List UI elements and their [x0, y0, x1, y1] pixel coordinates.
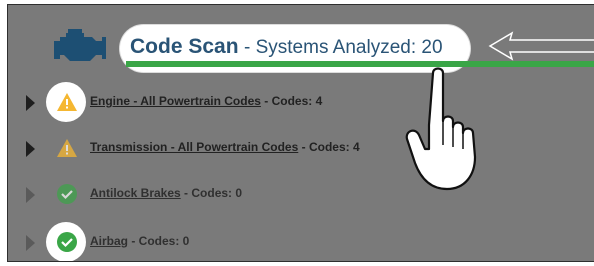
- hand-pointer-icon: [405, 67, 477, 191]
- codes-count: - Codes: 0: [180, 186, 243, 200]
- system-name-link[interactable]: Transmission - All Powertrain Codes: [90, 140, 298, 154]
- expand-caret-icon[interactable]: [26, 187, 35, 203]
- system-label: Transmission - All Powertrain Codes - Co…: [90, 140, 360, 154]
- warning-icon: [57, 139, 77, 157]
- codes-count: - Codes: 0: [128, 234, 190, 248]
- expand-caret-icon[interactable]: [26, 141, 35, 157]
- expand-caret-icon[interactable]: [26, 235, 35, 251]
- systems-analyzed-text: - Systems Analyzed: 20: [244, 37, 443, 59]
- system-name-link[interactable]: Engine - All Powertrain Codes: [90, 94, 261, 108]
- system-label: Engine - All Powertrain Codes - Codes: 4: [90, 94, 322, 108]
- scan-screen: Code Scan - Systems Analyzed: 20 Engine …: [7, 4, 594, 262]
- expand-caret-icon[interactable]: [26, 95, 35, 111]
- warning-icon: [57, 93, 77, 111]
- systems-analyzed-count: Systems Analyzed: 20: [255, 37, 443, 58]
- page-title: Code Scan: [130, 35, 239, 58]
- system-row[interactable]: Transmission - All Powertrain Codes - Co…: [8, 133, 594, 163]
- codes-count: - Codes: 4: [260, 94, 323, 108]
- check-circle-icon: [57, 184, 77, 204]
- system-label: Airbag - Codes: 0: [90, 234, 189, 248]
- system-name-link[interactable]: Antilock Brakes: [90, 186, 181, 200]
- system-row[interactable]: Engine - All Powertrain Codes - Codes: 4: [8, 87, 594, 117]
- engine-icon: [54, 29, 106, 61]
- system-label: Antilock Brakes - Codes: 0: [90, 186, 242, 200]
- codes-count: - Codes: 4: [298, 140, 360, 154]
- system-name-link[interactable]: Airbag: [90, 234, 128, 248]
- system-row[interactable]: Antilock Brakes - Codes: 0: [8, 179, 594, 209]
- arrow-left-outline-icon: [488, 31, 594, 61]
- system-row[interactable]: Airbag - Codes: 0: [8, 227, 594, 257]
- check-circle-icon: [57, 232, 77, 252]
- title-separator: -: [244, 37, 256, 58]
